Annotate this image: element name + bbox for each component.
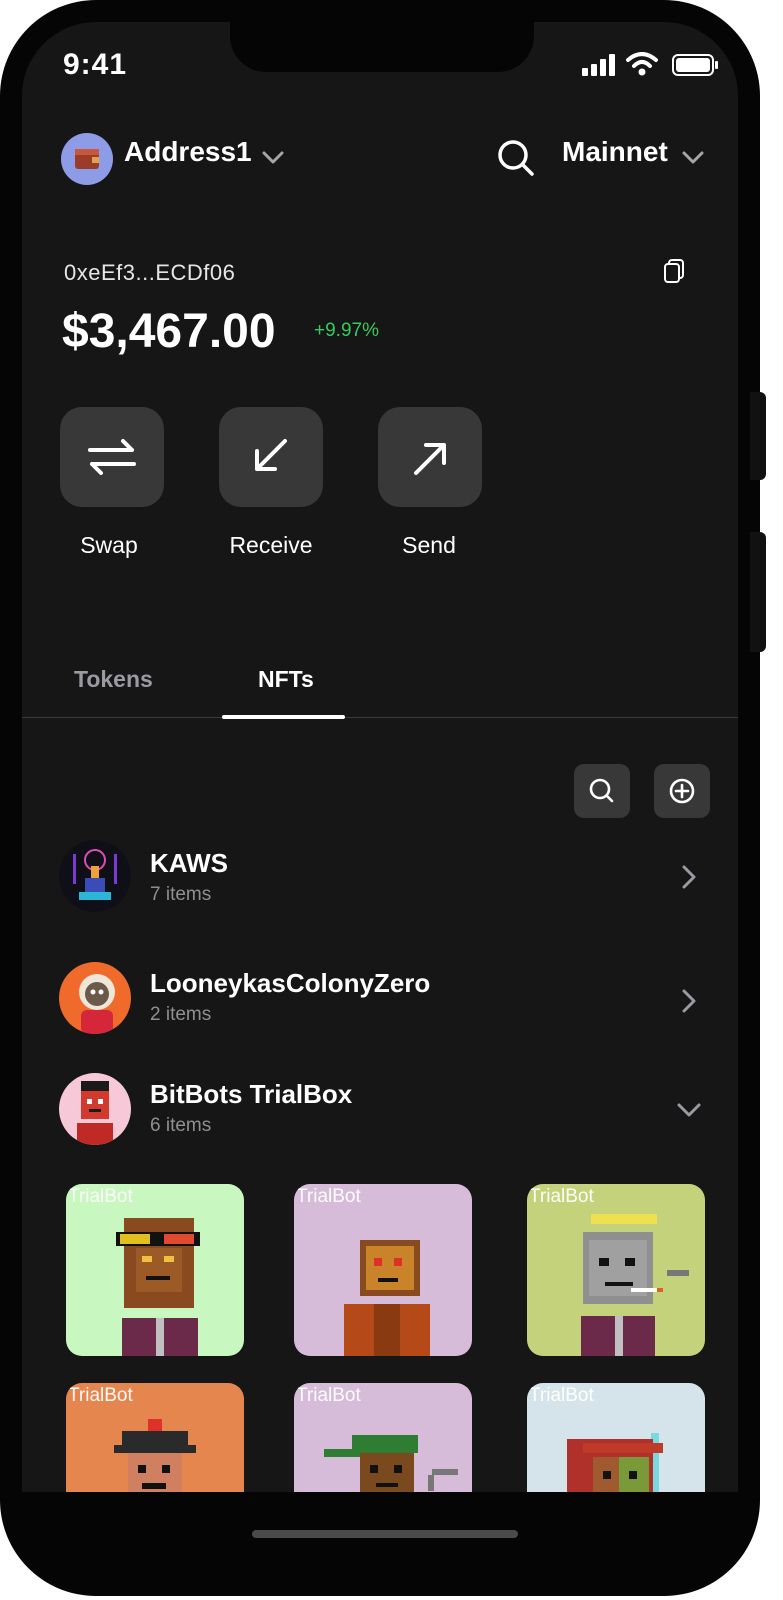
arrow-up-right-icon <box>414 443 446 475</box>
wifi-icon <box>626 52 658 76</box>
nft-search-button[interactable] <box>574 764 630 818</box>
balance-change: +9.97% <box>314 320 379 341</box>
nft-image <box>66 1184 244 1356</box>
phone-frame: 9:41 Address1 Mainnet 0xeEf3...ECDf06 $3… <box>0 0 766 1600</box>
network-selector[interactable]: Mainnet <box>562 136 668 168</box>
nft-label: TrialBot <box>529 1385 594 1406</box>
collection-name: BitBots TrialBox <box>150 1079 353 1109</box>
send-label: Send <box>402 532 456 558</box>
collection-avatar <box>59 840 131 912</box>
wallet-icon <box>75 149 99 169</box>
nft-image <box>527 1184 705 1356</box>
copy-icon[interactable] <box>662 258 686 284</box>
collection-count: 7 items <box>150 884 212 905</box>
chevron-down-icon[interactable] <box>676 1102 702 1118</box>
swap-icon <box>88 439 136 475</box>
nft-label: TrialBot <box>296 1186 361 1207</box>
collection-count: 6 items <box>150 1115 212 1136</box>
arrow-down-left-icon <box>255 439 287 471</box>
side-button <box>750 392 766 480</box>
plus-circle-icon <box>669 778 695 804</box>
chevron-down-icon[interactable] <box>682 151 704 165</box>
search-icon[interactable] <box>496 138 536 178</box>
tab-active-indicator <box>222 715 345 719</box>
collection-avatar <box>59 1073 131 1145</box>
receive-label: Receive <box>229 532 313 558</box>
nft-label: TrialBot <box>296 1385 361 1406</box>
balance: $3,467.00 <box>62 305 276 358</box>
nft-label: TrialBot <box>529 1186 594 1207</box>
nft-image <box>294 1184 472 1356</box>
app-screen: 9:41 Address1 Mainnet 0xeEf3...ECDf06 $3… <box>22 22 738 1572</box>
send-button[interactable] <box>378 407 482 507</box>
search-icon <box>589 778 614 803</box>
wallet-name[interactable]: Address1 <box>124 136 252 168</box>
nft-label: TrialBot <box>68 1186 133 1207</box>
signal-icon <box>582 54 618 76</box>
chevron-right-icon[interactable] <box>680 988 698 1014</box>
collection-name: KAWS <box>150 848 228 878</box>
swap-label: Swap <box>80 532 138 558</box>
wallet-avatar[interactable] <box>61 133 113 185</box>
collection-avatar <box>59 962 131 1034</box>
swap-button[interactable] <box>60 407 164 507</box>
collection-name: LooneykasColonyZero <box>150 968 431 998</box>
tab-nfts[interactable]: NFTs <box>258 666 314 693</box>
receive-button[interactable] <box>219 407 323 507</box>
home-indicator[interactable] <box>252 1530 518 1538</box>
wallet-address: 0xeEf3...ECDf06 <box>64 260 236 285</box>
nft-card[interactable]: TrialBot <box>66 1184 244 1356</box>
notch <box>230 22 534 72</box>
tab-divider <box>22 717 738 718</box>
nft-card[interactable]: TrialBot <box>527 1184 705 1356</box>
status-time: 9:41 <box>63 48 128 81</box>
side-button <box>750 532 766 652</box>
tab-tokens[interactable]: Tokens <box>74 666 153 693</box>
add-nft-button[interactable] <box>654 764 710 818</box>
nft-label: TrialBot <box>68 1385 133 1406</box>
chevron-right-icon[interactable] <box>680 864 698 890</box>
battery-icon <box>672 54 720 76</box>
chevron-down-icon[interactable] <box>262 151 284 165</box>
nft-card[interactable]: TrialBot <box>294 1184 472 1356</box>
collection-count: 2 items <box>150 1004 212 1025</box>
